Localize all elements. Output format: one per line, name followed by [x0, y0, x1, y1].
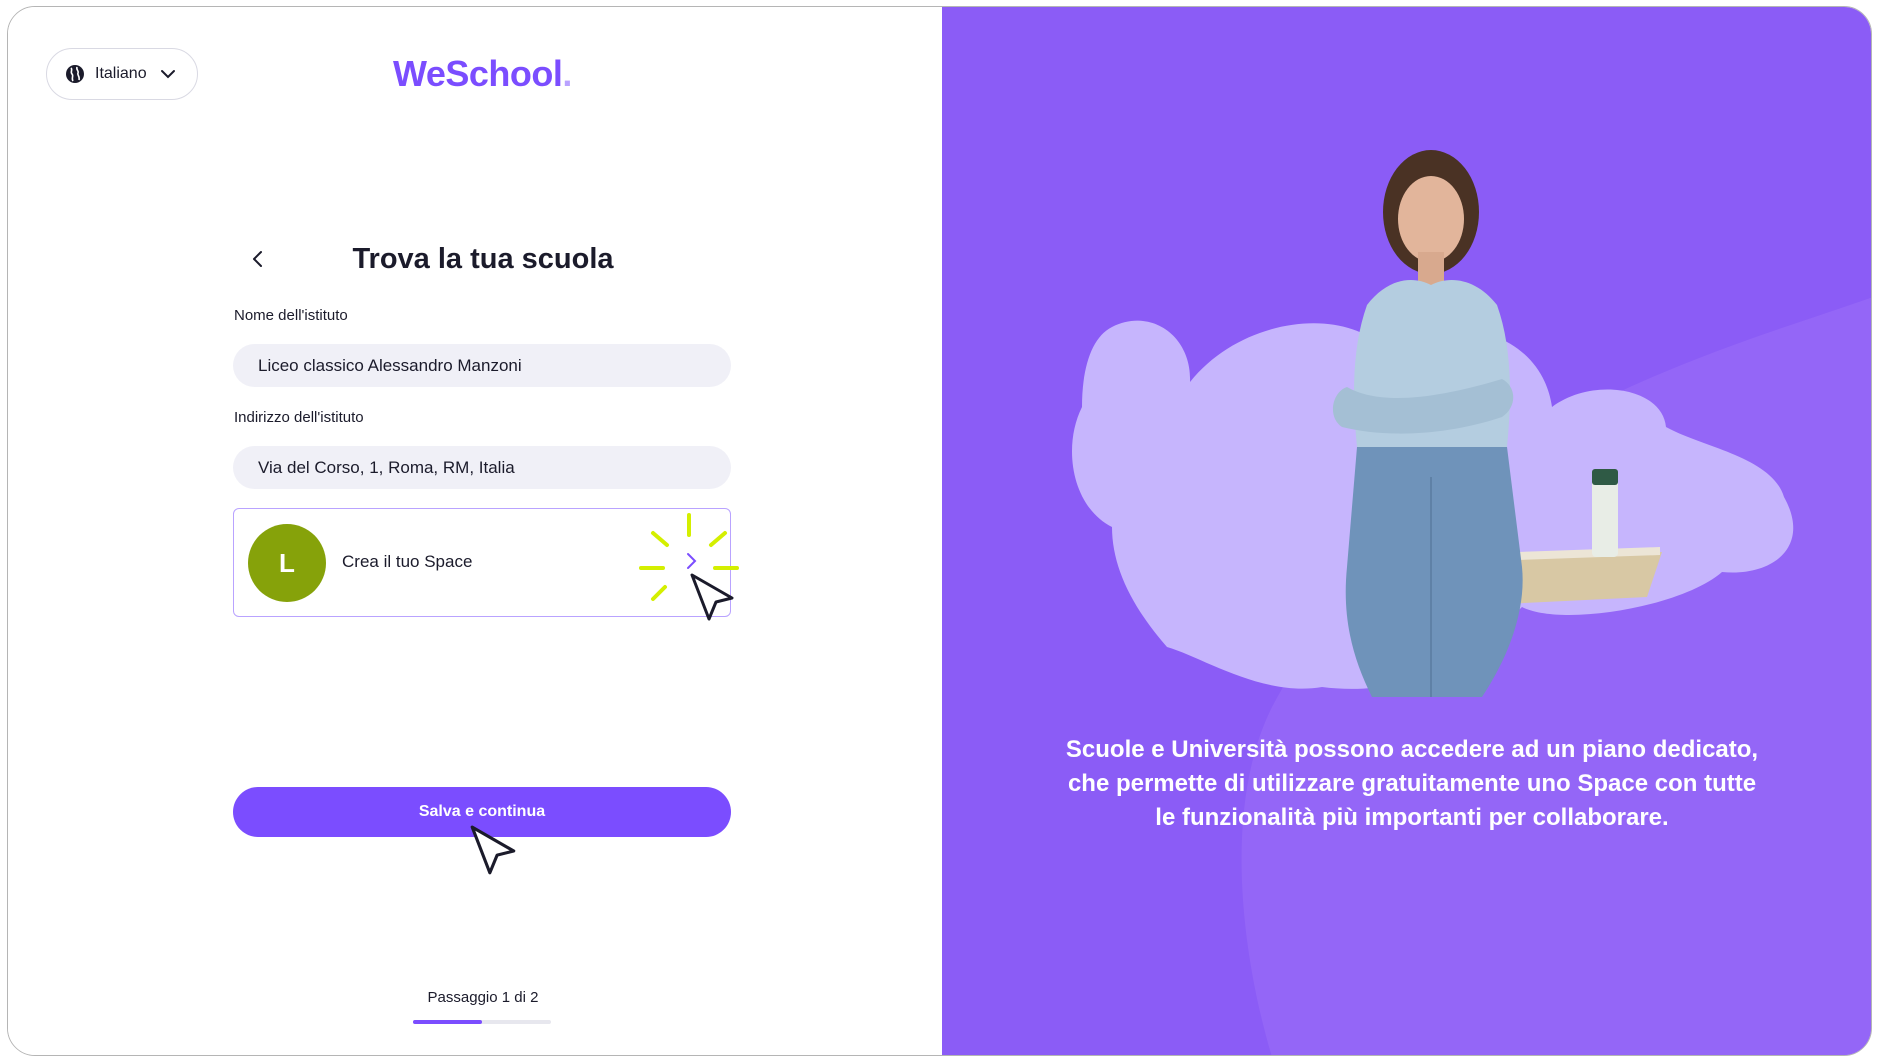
logo-dot: .: [562, 53, 572, 94]
promo-pane: Scuole e Università possono accedere ad …: [942, 7, 1871, 1055]
step-progress-bar: [413, 1020, 551, 1024]
form-pane: Italiano WeSchool. Trova la tua scuola N…: [8, 7, 942, 1055]
create-space-label: Crea il tuo Space: [342, 552, 473, 571]
mouse-cursor-icon: [690, 573, 734, 621]
page-title: Trova la tua scuola: [352, 243, 614, 275]
space-avatar: L: [248, 524, 326, 602]
school-address-field[interactable]: Via del Corso, 1, Roma, RM, Italia: [233, 446, 731, 489]
language-label: Italiano: [95, 65, 147, 82]
promo-illustration: [1072, 150, 1871, 1055]
school-name-label: Nome dell'istituto: [234, 307, 348, 324]
mouse-cursor-icon: [470, 825, 516, 875]
language-selector[interactable]: Italiano: [46, 48, 198, 100]
school-address-label: Indirizzo dell'istituto: [234, 409, 364, 426]
app-window: Italiano WeSchool. Trova la tua scuola N…: [7, 6, 1872, 1056]
globe-icon: [66, 65, 84, 83]
promo-text: Scuole e Università possono accedere ad …: [1065, 736, 1759, 831]
step-indicator: Passaggio 1 di 2: [427, 989, 539, 1006]
logo-text: WeSchool: [393, 53, 563, 94]
chevron-down-icon: [160, 70, 175, 79]
chevron-right-icon: [687, 553, 697, 569]
school-name-field[interactable]: Liceo classico Alessandro Manzoni: [233, 344, 731, 387]
create-space-card[interactable]: L Crea il tuo Space: [233, 508, 739, 617]
weschool-logo: WeSchool.: [393, 53, 572, 95]
step-progress-fill: [413, 1020, 482, 1024]
